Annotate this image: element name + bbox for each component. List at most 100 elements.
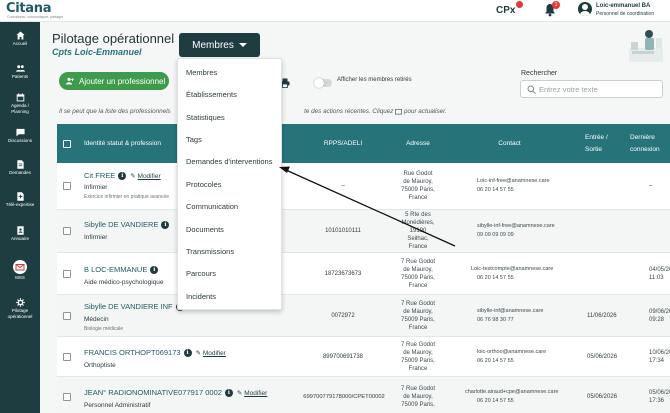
refresh-notice: Il se peut que la liste des professionne… <box>59 108 619 115</box>
search-field[interactable] <box>520 80 663 98</box>
address-line: 5 Rte des <box>405 212 431 218</box>
row-checkbox[interactable] <box>63 311 71 320</box>
table-row[interactable]: Sibylle DE VANDIERE INFi Médecin Biologi… <box>57 295 670 337</box>
menu-item-incidents[interactable]: Incidents <box>186 292 281 301</box>
info-icon[interactable]: i <box>161 221 170 230</box>
member-name[interactable]: Sibylle DE VANDIERE INF <box>84 302 173 311</box>
entry-cell: 05/06/2026 <box>587 353 618 360</box>
sidebar-item-demandes[interactable]: Demandes <box>0 160 40 176</box>
member-profession: Orthoptiste <box>84 362 116 369</box>
menu-item-parcours[interactable]: Parcours <box>186 269 281 278</box>
header-entry[interactable]: Entrée / Sortie <box>585 124 619 163</box>
sidebar-item-agenda[interactable]: Agenda / Planning <box>0 93 40 114</box>
menu-item-etablissements[interactable]: Établissements <box>186 90 281 99</box>
menu-item-communication[interactable]: Communication <box>186 202 281 211</box>
table-row[interactable]: FRANCIS ORTHOPT069173 i ✎ Modifier Orthopt… <box>57 337 670 377</box>
cpx-label[interactable]: CPx <box>496 5 515 16</box>
modify-link[interactable]: ✎ Modifier <box>196 350 226 357</box>
document-icon <box>16 160 24 169</box>
rpps-cell: 699700779178000/CPET00002 <box>303 393 385 400</box>
home-icon <box>15 31 25 40</box>
sidebar-item-mss[interactable]: MSS <box>0 260 40 281</box>
menu-item-documents[interactable]: Documents <box>186 225 281 234</box>
address-line: 75009 Paris, <box>401 187 435 193</box>
table-row[interactable]: JEAN° RADIONOMINATIVE077917 0002 i ✎ Modif… <box>57 377 670 413</box>
header-address[interactable]: Adresse <box>388 124 448 163</box>
sidebar: Accueil Patients Agenda / Planning Discu… <box>0 22 40 413</box>
address-line: 7 Rue Godot <box>400 300 436 307</box>
entry-cell: 05/06/2026 <box>587 393 618 400</box>
sidebar-item-patients[interactable]: Patients <box>0 64 40 80</box>
row-checkbox[interactable] <box>63 352 71 361</box>
citana-logo[interactable]: Citana <box>6 1 52 16</box>
address-line: de Mauroy, <box>403 179 433 185</box>
contact-email[interactable]: loic-orthoo@anamnese.care <box>477 348 546 357</box>
row-checkbox[interactable] <box>63 269 71 278</box>
member-profession: Infirmier <box>84 184 108 191</box>
member-name-line: Cit FREE i ✎ Modifier <box>84 171 161 181</box>
info-icon[interactable]: i <box>183 349 192 358</box>
user-name[interactable]: Loic-emmanuel BA <box>596 3 650 9</box>
table-row[interactable]: Sibylle DE VANDIERE i Infirmier 101010101… <box>57 210 670 253</box>
rpps-cell: – <box>341 183 345 189</box>
sidebar-item-annuaire[interactable]: Annuaire <box>0 226 40 242</box>
sidebar-item-label: Accueil <box>12 41 28 46</box>
contact-email[interactable]: charlotte.airaud+cpe@anamnese.care <box>465 388 559 397</box>
member-name[interactable]: FRANCIS ORTHOPT069173 <box>84 348 181 357</box>
contact-email[interactable]: sibylle-inf@anamnese.care <box>477 307 543 316</box>
row-checkbox[interactable] <box>63 392 71 401</box>
table-row[interactable]: Cit FREE i ✎ Modifier Infirmier Exercice i… <box>57 163 670 210</box>
pilotage-icon <box>15 298 25 307</box>
sidebar-item-teleexpertise[interactable]: Télé-expertise <box>0 192 40 208</box>
row-checkbox[interactable] <box>63 182 71 190</box>
member-name[interactable]: B LOC-EMMANUE <box>84 265 147 274</box>
info-icon[interactable]: i <box>118 172 127 181</box>
menu-item-statistiques[interactable]: Statistiques <box>186 113 281 122</box>
members-dropdown-button[interactable]: Membres <box>179 33 260 57</box>
sidebar-item-pilotage[interactable]: Pilotage opérationnel <box>0 298 40 319</box>
member-specialty: Exercice infirmier en pratique avancée <box>84 194 170 200</box>
member-name[interactable]: Sibylle DE VANDIERE <box>84 220 158 229</box>
info-icon[interactable]: i <box>224 389 233 398</box>
info-icon[interactable]: i <box>150 266 159 275</box>
table-header: Identité statut & profession RPPS/ADELI … <box>57 124 670 163</box>
menu-item-tags[interactable]: Tags <box>186 135 281 144</box>
sidebar-item-accueil[interactable]: Accueil <box>0 31 40 47</box>
notice-text-right: te des actions récentes. Cliquez <box>304 108 394 116</box>
notice-text-left: Il se peut que la liste des professionne… <box>59 108 171 116</box>
modify-link[interactable]: ✎ Modifier <box>130 173 160 180</box>
menu-item-transmissions[interactable]: Transmissions <box>186 247 281 256</box>
header-identity[interactable]: Identité statut & profession <box>84 124 161 163</box>
member-profession: Personnel Administratif <box>84 402 151 409</box>
menu-item-membres[interactable]: Membres <box>186 68 281 77</box>
sidebar-item-label: Pilotage opérationnel <box>7 308 33 319</box>
contact-phone: 06 20 14 57 55 <box>477 187 514 193</box>
contact-email[interactable]: sibylle-inf-free@anamnese.care <box>477 222 555 231</box>
member-name[interactable]: JEAN° RADIONOMINATIVE077917 0002 <box>84 388 222 397</box>
search-input[interactable] <box>539 83 659 95</box>
contact-cell: sibylle-inf@anamnese.care 06 76 98 30 77 <box>477 295 587 336</box>
header-last-connection[interactable]: Dernière connexion <box>630 124 670 163</box>
table-row[interactable]: B LOC-EMMANUE i Aide médico-psychologique… <box>57 253 670 295</box>
modify-link[interactable]: ✎ Modifier <box>237 390 267 397</box>
address-line: France <box>408 244 428 250</box>
address-line: 75009 Paris, <box>401 316 435 323</box>
address-line: 7 Rue Godot <box>400 258 436 265</box>
row-checkbox[interactable] <box>63 227 71 235</box>
contact-phone: 09 09 09 09 09 <box>477 232 514 238</box>
contact-email[interactable]: Loic-inf-free@anamnese.care <box>477 177 550 186</box>
member-name[interactable]: Cit FREE <box>84 171 115 180</box>
header-rpps[interactable]: RPPS/ADELI <box>307 124 379 163</box>
select-all-checkbox[interactable] <box>63 139 71 148</box>
user-avatar[interactable] <box>578 2 592 16</box>
chat-icon <box>15 128 25 137</box>
notification-badge: 1 <box>552 1 560 9</box>
show-removed-toggle[interactable] <box>314 78 332 88</box>
header-contact[interactable]: Contact <box>472 124 547 163</box>
menu-item-demandes-interventions[interactable]: Demandes d'interventions <box>186 157 281 166</box>
contact-email[interactable]: Loic-testcompte@anamnese.care <box>471 265 553 274</box>
sidebar-item-discussions[interactable]: Discussions <box>0 128 40 144</box>
add-professional-button[interactable]: Ajouter un professionnel <box>59 72 169 90</box>
menu-item-protocoles[interactable]: Protocoles <box>186 180 281 189</box>
refresh-icon[interactable] <box>395 108 403 115</box>
